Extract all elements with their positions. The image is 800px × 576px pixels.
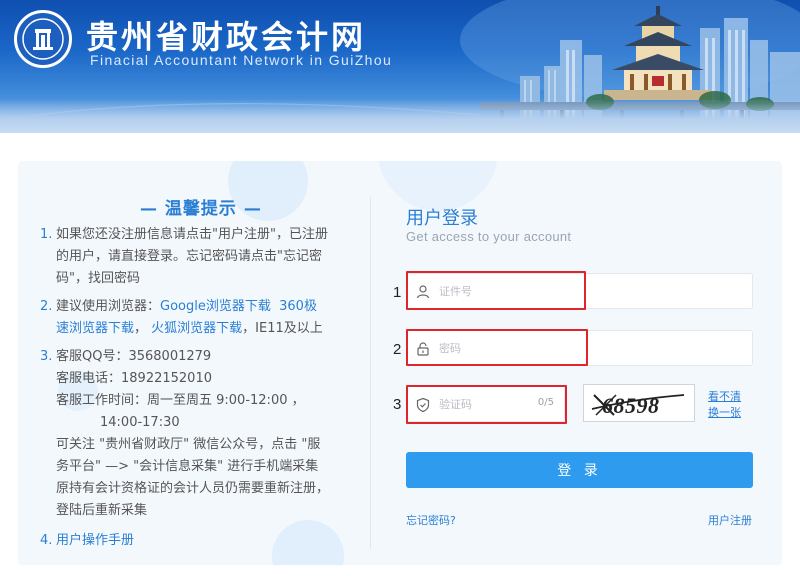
- tip-text: 客服QQ号：3568001279: [56, 349, 212, 364]
- tip-text: 原持有会计资格证的会计人员仍需要重新注册，: [56, 481, 330, 496]
- user-manual-link[interactable]: 用户操作手册: [56, 533, 134, 548]
- captcha-noise-lines: [591, 394, 685, 416]
- captcha-input[interactable]: [439, 393, 529, 415]
- tip-number: 4.: [40, 533, 53, 548]
- 360-browser-link[interactable]: 速浏览器下载: [56, 321, 134, 336]
- tip-text: 登陆后重新采集: [56, 503, 148, 518]
- tip-number: 3.: [40, 349, 53, 364]
- password-input[interactable]: [439, 337, 689, 359]
- tip-text: 建议使用浏览器：: [56, 299, 161, 314]
- register-link[interactable]: 用户注册: [708, 512, 752, 528]
- google-browser-link[interactable]: Google浏览器下载: [160, 299, 271, 314]
- banner-fade: [0, 99, 800, 133]
- tip-text: 客服电话：18922152010: [56, 371, 212, 386]
- lock-icon: [417, 342, 429, 356]
- captcha-char-counter: 0/5: [537, 397, 554, 408]
- forgot-password-link[interactable]: 忘记密码?: [406, 512, 456, 528]
- tip-text: 可关注 "贵州省财政厅" 微信公众号，点击 "服: [56, 437, 321, 452]
- tip-text: ，IE11及以上: [242, 321, 323, 336]
- annotation-marker-1: 1: [393, 284, 402, 301]
- id-number-input[interactable]: [439, 280, 689, 302]
- refresh-captcha-line2[interactable]: 换一张: [708, 405, 741, 421]
- tips-title: — 温馨提示 —: [140, 199, 262, 219]
- login-title: 用户登录: [406, 208, 478, 229]
- logo-icon: [14, 10, 72, 68]
- 360-browser-link[interactable]: 360极: [279, 299, 317, 314]
- tip-text: 码"，找回密码: [56, 271, 140, 286]
- user-icon: [416, 285, 430, 299]
- tip-number: 1.: [40, 227, 53, 242]
- id-number-field[interactable]: [406, 273, 753, 309]
- tip-text: 如果您还没注册信息请点击"用户注册"，已注册: [56, 227, 328, 242]
- login-button[interactable]: 登 录: [406, 452, 753, 488]
- captcha-image[interactable]: 68598: [583, 384, 695, 422]
- tip-text: 的用户，请直接登录。忘记密码请点击"忘记密: [56, 249, 322, 264]
- site-subtitle: Finacial Accountant Network in GuiZhou: [90, 52, 393, 68]
- annotation-marker-3: 3: [393, 396, 402, 413]
- annotation-marker-2: 2: [393, 341, 402, 358]
- refresh-captcha-link[interactable]: 看不清 换一张: [708, 389, 741, 421]
- password-field[interactable]: [406, 330, 753, 366]
- captcha-field[interactable]: 0/5: [406, 386, 565, 422]
- tip-text: 务平台" —> "会计信息采集" 进行手机端采集: [56, 459, 319, 474]
- header-banner: 贵州省财政会计网 Finacial Accountant Network in …: [0, 0, 800, 133]
- shield-icon: [416, 397, 430, 413]
- tip-number: 2.: [40, 299, 53, 314]
- refresh-captcha-line1[interactable]: 看不清: [708, 389, 741, 405]
- card-divider: [370, 197, 371, 549]
- login-subtitle: Get access to your account: [406, 229, 572, 244]
- tip-text: 客服工作时间：周一至周五 9:00-12:00 ，: [56, 393, 305, 408]
- firefox-browser-link[interactable]: 火狐浏览器下载: [151, 321, 242, 336]
- tip-text: 14:00-17:30: [100, 415, 180, 430]
